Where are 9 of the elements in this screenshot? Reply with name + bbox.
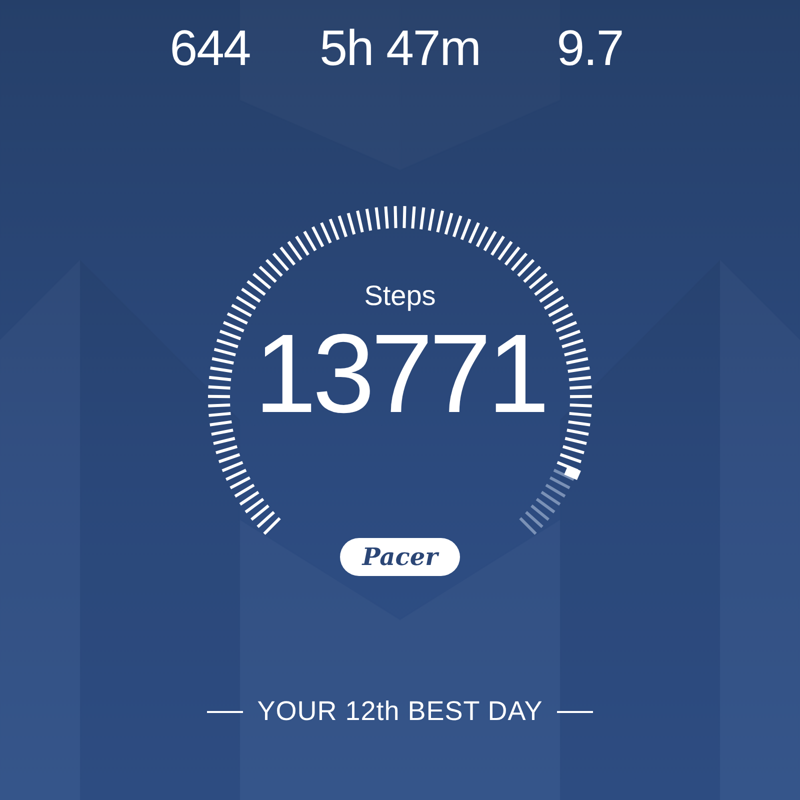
stat-value: 5h 47m (318, 19, 482, 78)
pacer-logo: Pacer (340, 538, 460, 576)
stat-value: 9.7 (556, 19, 624, 78)
stat-value: 644 (168, 19, 252, 78)
remaining-ticks (519, 468, 574, 535)
best-day-text: YOUR 12th BEST DAY (257, 696, 543, 727)
progress-marker (564, 465, 581, 480)
steps-label: Steps (364, 280, 436, 312)
steps-count: 13771 (254, 314, 546, 434)
